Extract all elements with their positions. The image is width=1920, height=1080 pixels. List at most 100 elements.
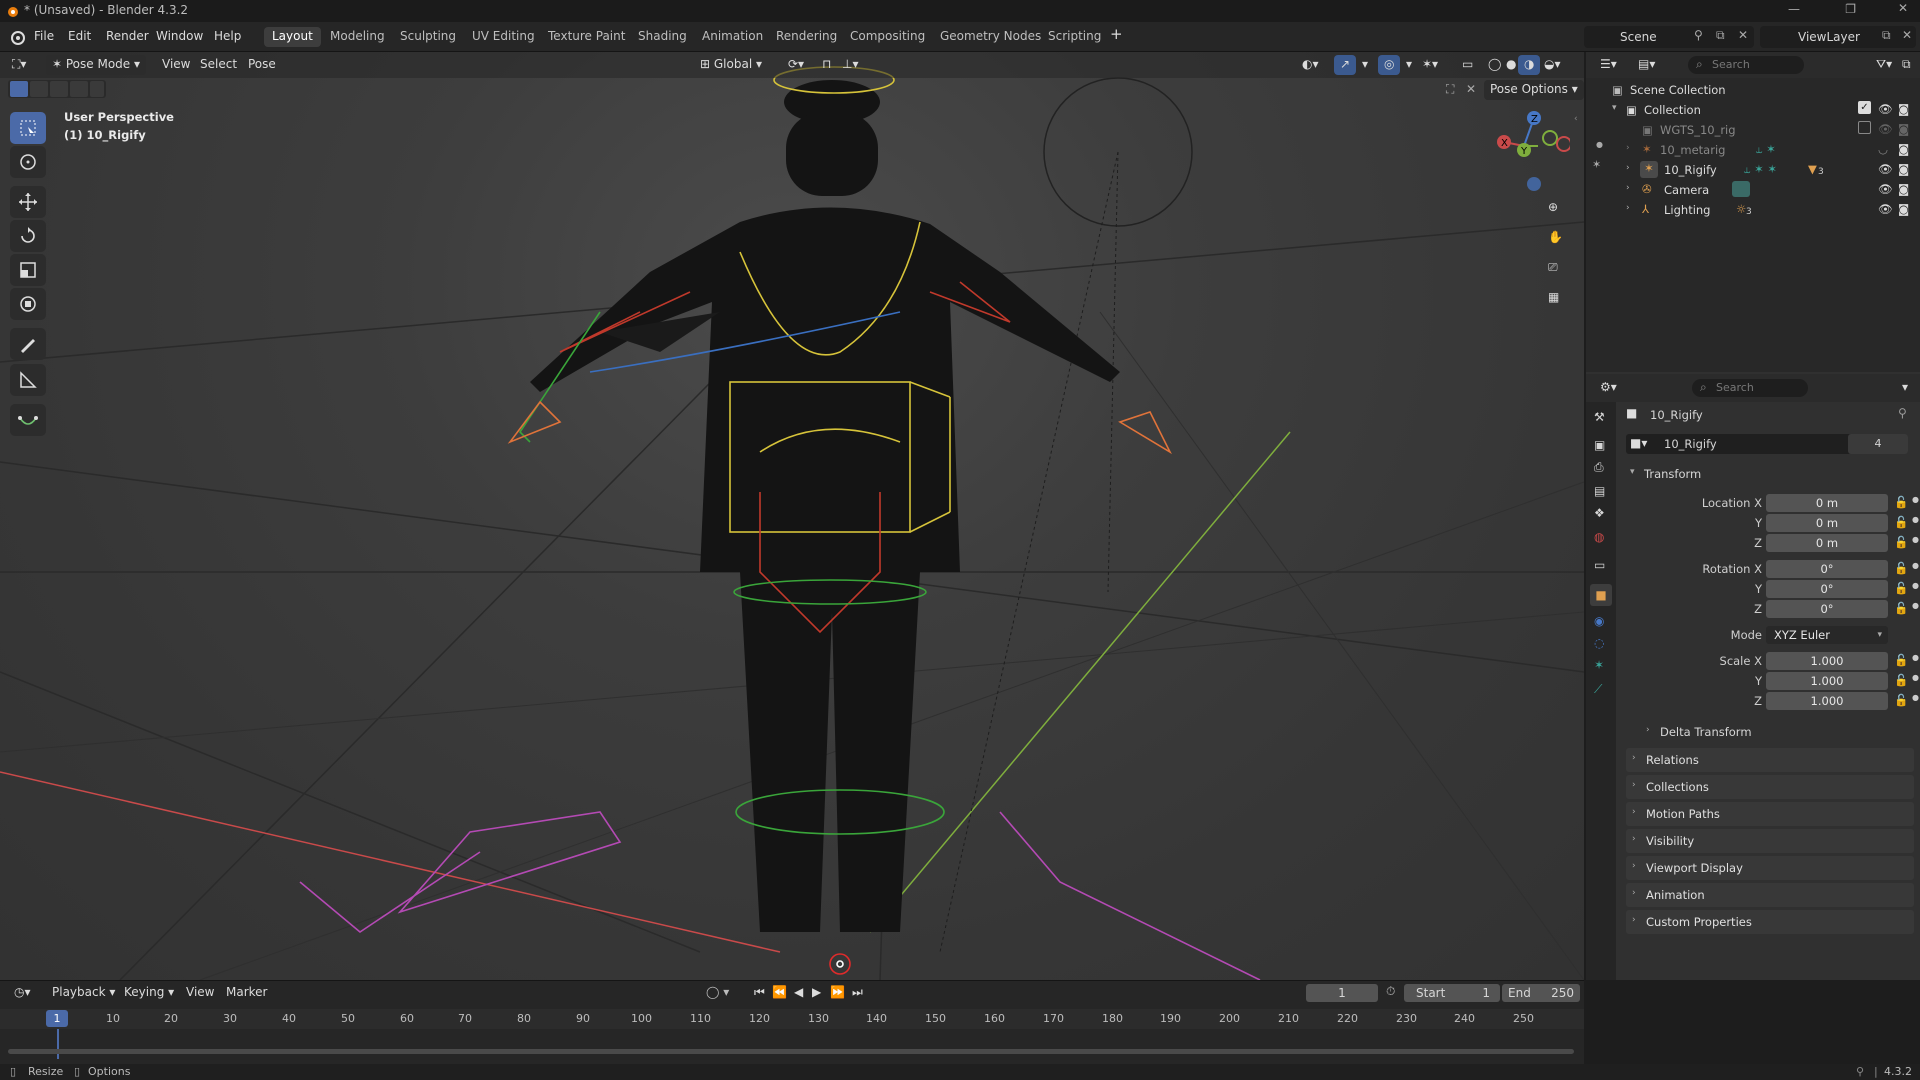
tab-sculpting[interactable]: Sculpting	[392, 27, 464, 47]
menu-marker[interactable]: Marker	[220, 983, 273, 1003]
auto-normalize-icon[interactable]: ⛶	[1440, 80, 1460, 100]
lock-icon[interactable]: 🔓	[1894, 495, 1908, 509]
keyframe-dot-icon[interactable]: ●	[1912, 601, 1919, 610]
display-mode-icon[interactable]: ▤▾	[1632, 55, 1661, 75]
pose-options-dropdown[interactable]: Pose Options ▾	[1484, 80, 1584, 100]
datablock-name[interactable]: 10_Rigify	[1664, 437, 1717, 451]
lock-icon[interactable]: 🔓	[1894, 515, 1908, 529]
menu-select[interactable]: Select	[194, 55, 243, 75]
filter-icon[interactable]: ⛛▾	[1870, 55, 1898, 75]
properties-search-input[interactable]: ⌕ Search	[1692, 379, 1808, 397]
collapse-sidebar-icon[interactable]: ‹	[1574, 114, 1578, 124]
properties-options-icon[interactable]: ▾	[1896, 378, 1914, 398]
tab-shading[interactable]: Shading	[630, 27, 695, 47]
pin-icon[interactable]: ⚲	[1898, 406, 1907, 420]
menu-keying[interactable]: Keying ▾	[118, 983, 180, 1003]
pivot-point-icon[interactable]: ⟳▾	[782, 55, 810, 75]
keyframe-dot-icon[interactable]: ●	[1912, 535, 1919, 544]
current-frame-field[interactable]: 1	[1306, 984, 1378, 1002]
lock-icon[interactable]: 🔓	[1894, 693, 1908, 707]
collections-panel[interactable]: › Collections	[1626, 775, 1914, 799]
select-subtract-icon[interactable]	[50, 81, 68, 97]
location-y-field[interactable]: 0 m	[1766, 514, 1888, 532]
xray-toggle-icon[interactable]: ▭	[1456, 55, 1479, 75]
blender-menu-icon[interactable]	[8, 28, 26, 46]
rotation-z-field[interactable]: 0°	[1766, 600, 1888, 618]
motion-paths-panel[interactable]: › Motion Paths	[1626, 802, 1914, 826]
3d-viewport[interactable]: ⛶▾ ✶ Pose Mode ▾ View Select Pose ⊞ Glob…	[0, 52, 1584, 980]
measure-tool[interactable]	[10, 364, 46, 396]
scale-tool[interactable]	[10, 254, 46, 286]
outliner-row-wgts[interactable]: ▣ WGTS_10_rig 👁 ◙	[1586, 120, 1920, 140]
render-camera-icon[interactable]: ◙	[1898, 122, 1909, 136]
render-camera-icon[interactable]: ◙	[1898, 142, 1909, 156]
relations-panel[interactable]: › Relations	[1626, 748, 1914, 772]
zoom-icon[interactable]: ⊕	[1548, 200, 1558, 214]
tab-uv-editing[interactable]: UV Editing	[464, 27, 543, 47]
jump-end-icon[interactable]: ⏭	[846, 983, 869, 1003]
world-tab-icon[interactable]: ◍	[1594, 530, 1604, 544]
output-tab-icon[interactable]: ⎙	[1594, 460, 1604, 475]
menu-edit[interactable]: Edit	[68, 29, 91, 43]
select-intersect-icon[interactable]	[90, 81, 104, 97]
menu-playback[interactable]: Playback ▾	[46, 983, 121, 1003]
gizmo-dropdown-icon[interactable]: ▾	[1356, 55, 1374, 75]
lock-icon[interactable]: 🔓	[1894, 581, 1908, 595]
visibility-panel[interactable]: › Visibility	[1626, 829, 1914, 853]
annotate-tool[interactable]	[10, 328, 46, 360]
render-camera-icon[interactable]: ◙	[1898, 202, 1909, 216]
custom-properties-panel[interactable]: › Custom Properties	[1626, 910, 1914, 934]
keyframe-dot-icon[interactable]: ●	[1912, 561, 1919, 570]
scene-tab-icon[interactable]: ❖	[1594, 506, 1605, 520]
playhead-frame[interactable]: 1	[46, 1010, 68, 1027]
view-layer-selector[interactable]: ViewLayer ⧉ ✕	[1760, 26, 1916, 48]
scene-selector[interactable]: Scene ⚲ ⧉ ✕	[1584, 26, 1754, 48]
scale-y-field[interactable]: 1.000	[1766, 672, 1888, 690]
user-count[interactable]: 4	[1848, 434, 1908, 454]
keyframe-dot-icon[interactable]: ●	[1912, 495, 1919, 504]
lock-icon[interactable]: 🔓	[1894, 535, 1908, 549]
outliner-search-input[interactable]: ⌕ Search	[1688, 56, 1804, 74]
gizmo-toggle-icon[interactable]: ↗	[1334, 55, 1357, 75]
armature-data-tab-icon[interactable]: ✶	[1594, 658, 1604, 672]
menu-help[interactable]: Help	[214, 29, 241, 43]
visibility-eye-icon[interactable]: 👁	[1878, 162, 1893, 176]
render-camera-icon[interactable]: ◙	[1898, 162, 1909, 176]
snap-icon[interactable]: ⊓	[816, 55, 837, 75]
keyframe-dot-icon[interactable]: ●	[1912, 581, 1919, 590]
visibility-eye-icon[interactable]: 👁	[1878, 122, 1893, 136]
remove-view-layer-icon[interactable]: ✕	[1902, 28, 1912, 42]
mode-dropdown[interactable]: ✶ Pose Mode ▾	[46, 55, 147, 75]
new-collection-icon[interactable]: ⧉	[1896, 55, 1917, 75]
transform-panel-header[interactable]: ▾ Transform	[1626, 464, 1916, 484]
outliner-row-scene-collection[interactable]: ▣ Scene Collection	[1586, 80, 1920, 100]
select-extend-icon[interactable]	[30, 81, 48, 97]
visibility-eye-icon[interactable]: 👁	[1878, 182, 1893, 196]
transform-orientation-dropdown[interactable]: ⊞ Global ▾	[694, 55, 768, 75]
bone-overlay-icon[interactable]: ✶▾	[1416, 55, 1444, 75]
visibility-icon[interactable]: ◐▾	[1296, 55, 1325, 75]
keyframe-dot-icon[interactable]: ●	[1912, 515, 1919, 524]
overlays-toggle-icon[interactable]: ◎	[1378, 55, 1401, 75]
editor-type-icon[interactable]: ⛶▾	[6, 55, 32, 75]
remove-scene-icon[interactable]: ✕	[1738, 28, 1748, 42]
menu-window[interactable]: Window	[156, 29, 203, 43]
keyframe-dot-icon[interactable]: ●	[1912, 693, 1919, 702]
bone-tab-icon[interactable]: ⟋	[1594, 682, 1602, 697]
pin-icon[interactable]: ⚲	[1694, 28, 1703, 42]
end-frame-field[interactable]: End 250	[1502, 984, 1580, 1002]
location-x-field[interactable]: 0 m	[1766, 494, 1888, 512]
tab-texture-paint[interactable]: Texture Paint	[540, 27, 633, 47]
timeline-editor-type-icon[interactable]: ◷▾	[8, 983, 37, 1003]
animation-panel[interactable]: › Animation	[1626, 883, 1914, 907]
menu-view[interactable]: View	[156, 55, 196, 75]
lock-icon[interactable]: 🔓	[1894, 601, 1908, 615]
stopwatch-icon[interactable]: ⏱	[1386, 984, 1395, 999]
outliner-row-lighting[interactable]: › ⅄ Lighting ☼ 3 👁 ◙	[1586, 200, 1920, 220]
rotation-y-field[interactable]: 0°	[1766, 580, 1888, 598]
expand-chevron-icon[interactable]: ›	[1626, 163, 1630, 173]
perspective-toggle-icon[interactable]: ▦	[1548, 290, 1559, 304]
scale-x-field[interactable]: 1.000	[1766, 652, 1888, 670]
scale-z-field[interactable]: 1.000	[1766, 692, 1888, 710]
menu-timeline-view[interactable]: View	[180, 983, 220, 1003]
